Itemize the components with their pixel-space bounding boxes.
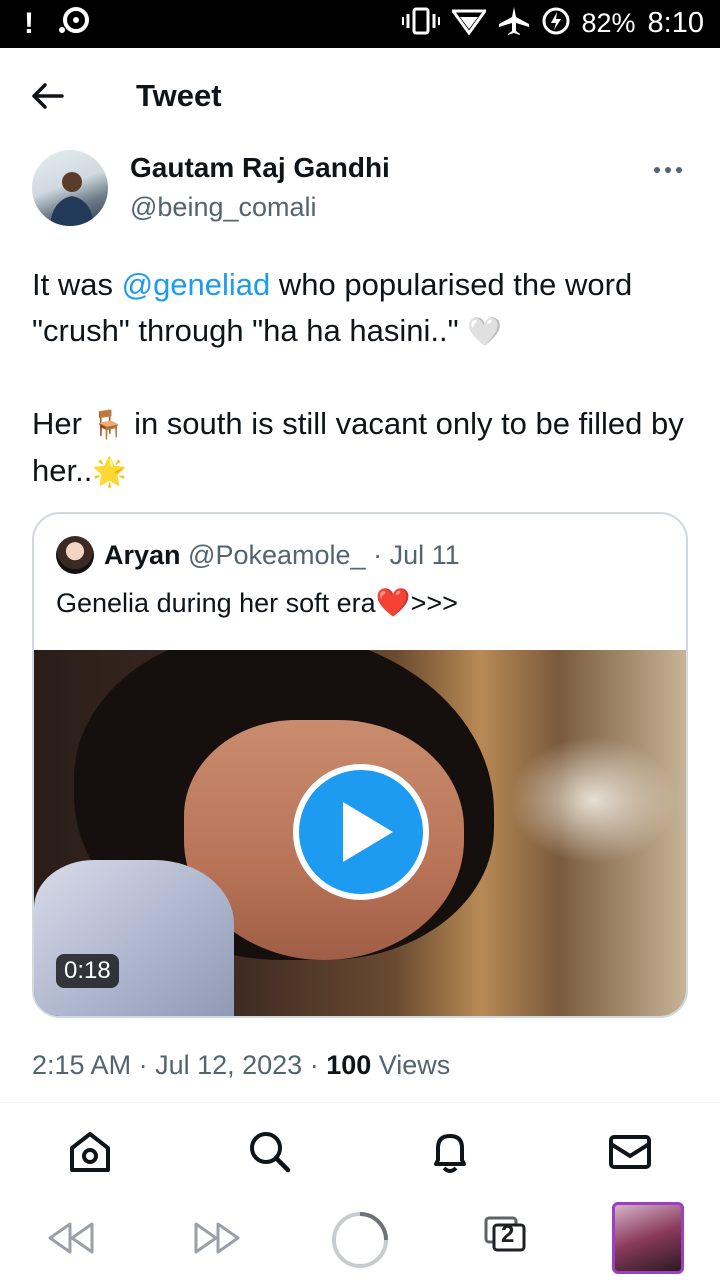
tab-count-label: 2 [501,1221,515,1248]
chair-emoji: 🪑 [90,408,126,441]
system-bar: 2 [0,1196,720,1280]
alert-icon: ! [24,7,34,40]
mention-link[interactable]: @geneliad [122,267,271,302]
star-emoji: 🌟 [92,455,128,488]
author-handle[interactable]: @being_comali [130,192,317,223]
tweet-paragraph-1: It was @geneliad who popularised the wor… [32,267,633,348]
messages-icon[interactable] [606,1128,654,1176]
page-title: Tweet [136,78,222,113]
video-duration: 0:18 [56,954,119,988]
status-bar: ! 82% 8:10 [0,0,720,48]
wifi-icon [449,7,488,40]
battery-charging-icon [542,7,570,40]
tweet-timestamp: 2:15 AM · Jul 12, 2023 · 100 Views [32,1050,451,1080]
page-header: Tweet [0,48,720,144]
tweet-date: Jul 12, 2023 [155,1050,303,1080]
tweet-paragraph-2: Her 🪑 in south is still vacant only to b… [32,406,684,488]
tweet-text: It was @geneliad who popularised the wor… [32,262,692,495]
back-arrow-icon[interactable] [28,78,68,114]
quote-date: Jul 11 [389,540,460,570]
loading-spinner-icon[interactable] [330,1210,390,1275]
quote-avatar [56,536,94,574]
vibrate-icon [401,7,440,40]
media-icon [56,6,90,42]
white-heart-emoji: 🤍 [467,315,503,348]
views-count[interactable]: 100 [326,1050,371,1080]
fast-forward-icon[interactable] [192,1220,242,1261]
video-thumbnail[interactable]: 0:18 [34,650,686,1016]
more-options-icon[interactable] [654,158,688,182]
tabs-icon[interactable]: 2 [484,1216,526,1252]
red-heart-emoji: ❤️ [375,586,411,619]
search-icon[interactable] [246,1128,294,1176]
quote-author-handle: @Pokeamole_ [188,540,366,570]
quoted-tweet-card[interactable]: Aryan @Pokeamole_ · Jul 11 Genelia durin… [32,512,688,1018]
play-button-icon[interactable] [293,764,429,900]
rewind-icon[interactable] [46,1220,96,1261]
notifications-icon[interactable] [426,1128,474,1176]
divider [0,1102,720,1103]
quote-text: Genelia during her soft era❤️>>> [56,586,458,619]
app-thumbnail[interactable] [612,1202,684,1274]
battery-percent: 82% [581,8,636,38]
quote-header: Aryan @Pokeamole_ · Jul 11 [104,540,460,570]
home-icon[interactable] [66,1128,114,1176]
author-name[interactable]: Gautam Raj Gandhi [130,152,390,184]
avatar[interactable] [32,150,108,226]
quote-author-name: Aryan [104,540,181,570]
clock: 8:10 [647,7,704,39]
tweet-time: 2:15 AM [32,1050,132,1080]
views-label: Views [378,1050,451,1080]
airplane-icon [498,6,530,41]
